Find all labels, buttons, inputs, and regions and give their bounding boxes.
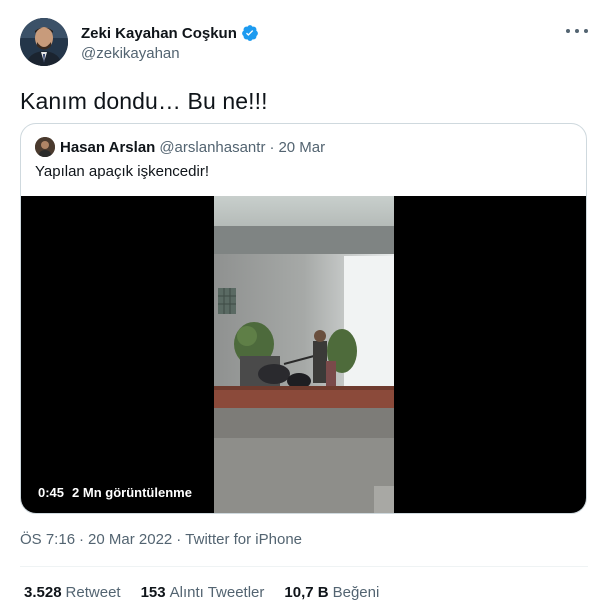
video-meta: 0:45 2 Mn görüntülenme <box>38 485 192 500</box>
like-count[interactable]: 10,7 B Beğeni <box>284 584 379 601</box>
stat-number: 153 <box>140 584 166 601</box>
author-name[interactable]: Zeki Kayahan Coşkun <box>81 25 237 42</box>
tweet-text: Kanım dondu… Bu ne!!! <box>20 88 268 114</box>
quote-tweet-count[interactable]: 153 Alıntı Tweetler <box>141 584 265 601</box>
video-frame <box>214 196 394 513</box>
tweet-source[interactable]: Twitter for iPhone <box>185 531 302 548</box>
stat-number: 10,7 B <box>284 584 329 601</box>
verified-badge-icon <box>241 24 259 42</box>
stat-label: Alıntı Tweetler <box>169 584 265 601</box>
author-handle[interactable]: @zekikayahan <box>81 45 259 62</box>
stat-label: Retweet <box>65 584 121 601</box>
video-duration: 0:45 <box>38 485 65 500</box>
tweet-stats: 3.528 Retweet 153 Alıntı Tweetler 10,7 B… <box>24 584 399 601</box>
separator-dot: · <box>176 531 182 548</box>
quoted-author-name[interactable]: Hasan Arslan <box>60 139 155 156</box>
quoted-author-avatar[interactable] <box>35 137 55 157</box>
quoted-date[interactable]: 20 Mar <box>278 139 325 156</box>
tweet-time[interactable]: ÖS 7:16 <box>20 531 75 548</box>
stat-label: Beğeni <box>332 584 380 601</box>
video-views: 2 Mn görüntülenme <box>72 485 192 500</box>
stat-number: 3.528 <box>24 584 62 601</box>
retweet-count[interactable]: 3.528 Retweet <box>24 584 121 601</box>
separator-dot: · <box>269 138 275 156</box>
quoted-tweet-header: Hasan Arslan @arslanhasantr · 20 Mar <box>35 137 325 157</box>
divider <box>20 566 588 567</box>
tweet-header: Zeki Kayahan Coşkun @zekikayahan <box>20 18 588 68</box>
more-icon[interactable] <box>566 24 588 38</box>
tweet-date[interactable]: 20 Mar 2022 <box>88 531 172 548</box>
quoted-tweet[interactable]: Hasan Arslan @arslanhasantr · 20 Mar Yap… <box>20 123 587 514</box>
author-info: Zeki Kayahan Coşkun @zekikayahan <box>81 23 259 62</box>
video-player[interactable]: 0:45 2 Mn görüntülenme <box>21 196 586 513</box>
separator-dot: · <box>79 531 85 548</box>
author-avatar[interactable] <box>20 18 68 66</box>
quoted-tweet-text: Yapılan apaçık işkencedir! <box>35 163 209 180</box>
quoted-author-handle[interactable]: @arslanhasantr <box>159 139 265 156</box>
tweet-timestamp: ÖS 7:16 · 20 Mar 2022 · Twitter for iPho… <box>20 531 302 548</box>
